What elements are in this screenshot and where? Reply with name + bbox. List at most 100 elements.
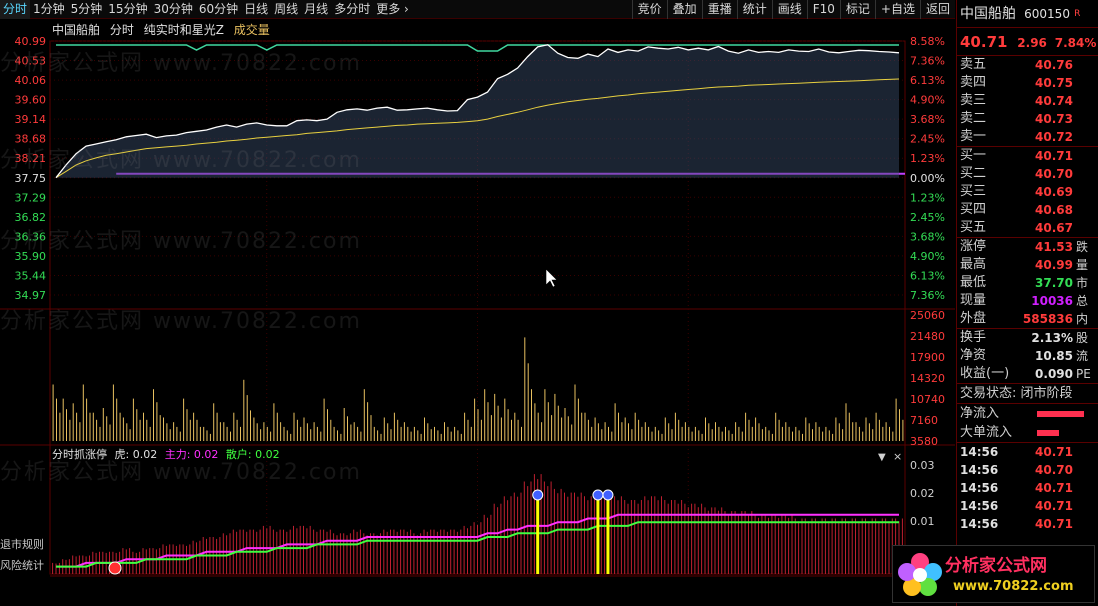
volume-bar: [286, 430, 288, 441]
formula-label[interactable]: 纯实时和星光Z: [144, 23, 224, 37]
volume-bar: [725, 426, 726, 441]
volume-bar: [283, 426, 285, 441]
volume-bar: [608, 426, 609, 441]
volume-bar: [370, 415, 372, 441]
volume-bar: [296, 419, 298, 441]
volume-bar: [644, 422, 646, 441]
volume-bar: [316, 426, 318, 441]
volume-bar: [691, 431, 693, 441]
bid-row[interactable]: 买二 40.70: [957, 165, 1098, 183]
volume-bar: [112, 384, 114, 441]
price-tick-label: 38.68: [15, 133, 47, 146]
tick-row: 14:56 40.71: [957, 443, 1098, 461]
add-watchlist-button[interactable]: +自选: [874, 0, 920, 19]
volume-bar: [484, 389, 486, 441]
volume-bar: [728, 430, 730, 441]
volume-bar: [52, 384, 54, 441]
volume-bar: [875, 412, 877, 441]
f10-button[interactable]: F10: [806, 0, 840, 19]
ask-row[interactable]: 卖四 40.75: [957, 74, 1098, 92]
draw-line-button[interactable]: 画线: [771, 0, 807, 19]
risk-stats-link[interactable]: 风险统计: [0, 557, 44, 573]
tab-5min[interactable]: 5分钟: [68, 0, 106, 19]
volume-bar: [587, 419, 589, 441]
stat-row: 收益(一) 0.090 PE: [957, 365, 1098, 383]
volume-bar: [557, 405, 559, 441]
volume-bar: [611, 431, 613, 441]
flow-bar: [1037, 429, 1059, 436]
volume-bar: [393, 412, 395, 441]
chart-panel[interactable]: 40.99 8.58% 40.53 7.36% 40.06 6.13% 39.60 4.90%…: [0, 19, 955, 595]
volume-bar: [618, 412, 619, 441]
indicator-title[interactable]: 分时抓涨停: [52, 448, 107, 461]
stat-ext: PE: [1076, 367, 1091, 381]
overlay-button[interactable]: 叠加: [666, 0, 702, 19]
back-button[interactable]: 返回: [919, 0, 955, 19]
stat-value: 10.85: [1035, 349, 1073, 363]
delisting-rules-link[interactable]: 退市规则: [0, 536, 44, 552]
volume-bar: [199, 426, 201, 441]
replay-button[interactable]: 重播: [701, 0, 737, 19]
ask-row[interactable]: 卖一 40.72: [957, 128, 1098, 146]
tab-monthly[interactable]: 月线: [301, 0, 331, 19]
volume-bar: [651, 431, 653, 441]
bid-row[interactable]: 买五 40.67: [957, 219, 1098, 237]
tick-list[interactable]: 14:56 40.71 14:56 40.70 14:56 40.71 14:56 40…: [957, 443, 1098, 533]
price-tick-label: 40.53: [15, 55, 47, 68]
bid-row[interactable]: 买一 40.71: [957, 147, 1098, 165]
bid-label: 买二: [960, 166, 987, 181]
pct-tick-label: 8.58%: [910, 35, 945, 48]
tab-weekly[interactable]: 周线: [271, 0, 301, 19]
tab-15min[interactable]: 15分钟: [105, 0, 150, 19]
ask-row[interactable]: 卖二 40.73: [957, 110, 1098, 128]
volume-bar: [323, 398, 325, 441]
volume-bar: [892, 431, 894, 441]
volume-bar: [711, 429, 713, 441]
volume-bar: [106, 416, 108, 441]
volume-bar: [862, 431, 864, 441]
tab-daily[interactable]: 日线: [241, 0, 271, 19]
logo-url: www.70822.com: [953, 579, 1074, 594]
volume-bar: [66, 409, 67, 441]
ask-row[interactable]: 卖五 40.76: [957, 56, 1098, 74]
volume-bar: [511, 419, 512, 441]
logo-name: 分析家公式网: [945, 556, 1047, 576]
volume-tick-label: 14320: [910, 372, 945, 385]
bid-row[interactable]: 买三 40.69: [957, 183, 1098, 201]
tab-intraday[interactable]: 分时: [0, 0, 31, 19]
volume-bar: [99, 426, 101, 441]
flow-label: 大单流入: [960, 425, 1013, 440]
volume-bar: [169, 429, 171, 441]
volume-bar: [280, 422, 282, 441]
volume-bar: [293, 412, 295, 441]
volume-bar: [343, 408, 345, 441]
volume-bar: [514, 412, 516, 441]
volume-bar: [417, 430, 419, 441]
quote-stock-code: 600150: [1024, 7, 1070, 21]
tab-1min[interactable]: 1分钟: [30, 0, 68, 19]
main-force-value: 主力: 0.02: [164, 448, 219, 461]
volume-bar: [812, 429, 813, 441]
quote-panel: 中国船舶 600150 R 40.71 2.96 7.84% 卖五 40.76 卖…: [956, 0, 1098, 606]
tab-30min[interactable]: 30分钟: [151, 0, 196, 19]
volume-bar: [674, 412, 676, 441]
volume-bar: [230, 431, 231, 441]
stats-button[interactable]: 统计: [736, 0, 772, 19]
volume-tick-label: 10740: [910, 393, 945, 406]
intraday-chart[interactable]: 40.99 8.58% 40.53 7.36% 40.06 6.13% 39.60 4.90%…: [0, 19, 955, 595]
volume-bar: [383, 417, 385, 441]
volume-bar: [300, 426, 302, 441]
volume-bar: [62, 398, 64, 441]
tab-more[interactable]: 更多: [373, 0, 412, 19]
volume-bar: [69, 419, 71, 441]
ask-row[interactable]: 卖三 40.74: [957, 92, 1098, 110]
stat-ext: 内: [1076, 312, 1089, 326]
auction-button[interactable]: 竞价: [631, 0, 667, 19]
bid-row[interactable]: 买四 40.68: [957, 201, 1098, 219]
tab-60min[interactable]: 60分钟: [196, 0, 241, 19]
volume-bar: [223, 422, 225, 441]
mark-button[interactable]: 标记: [839, 0, 875, 19]
volume-bar: [437, 430, 439, 441]
tick-row: 14:56 40.71: [957, 515, 1098, 533]
tab-multi-intraday[interactable]: 多分时: [331, 0, 373, 19]
